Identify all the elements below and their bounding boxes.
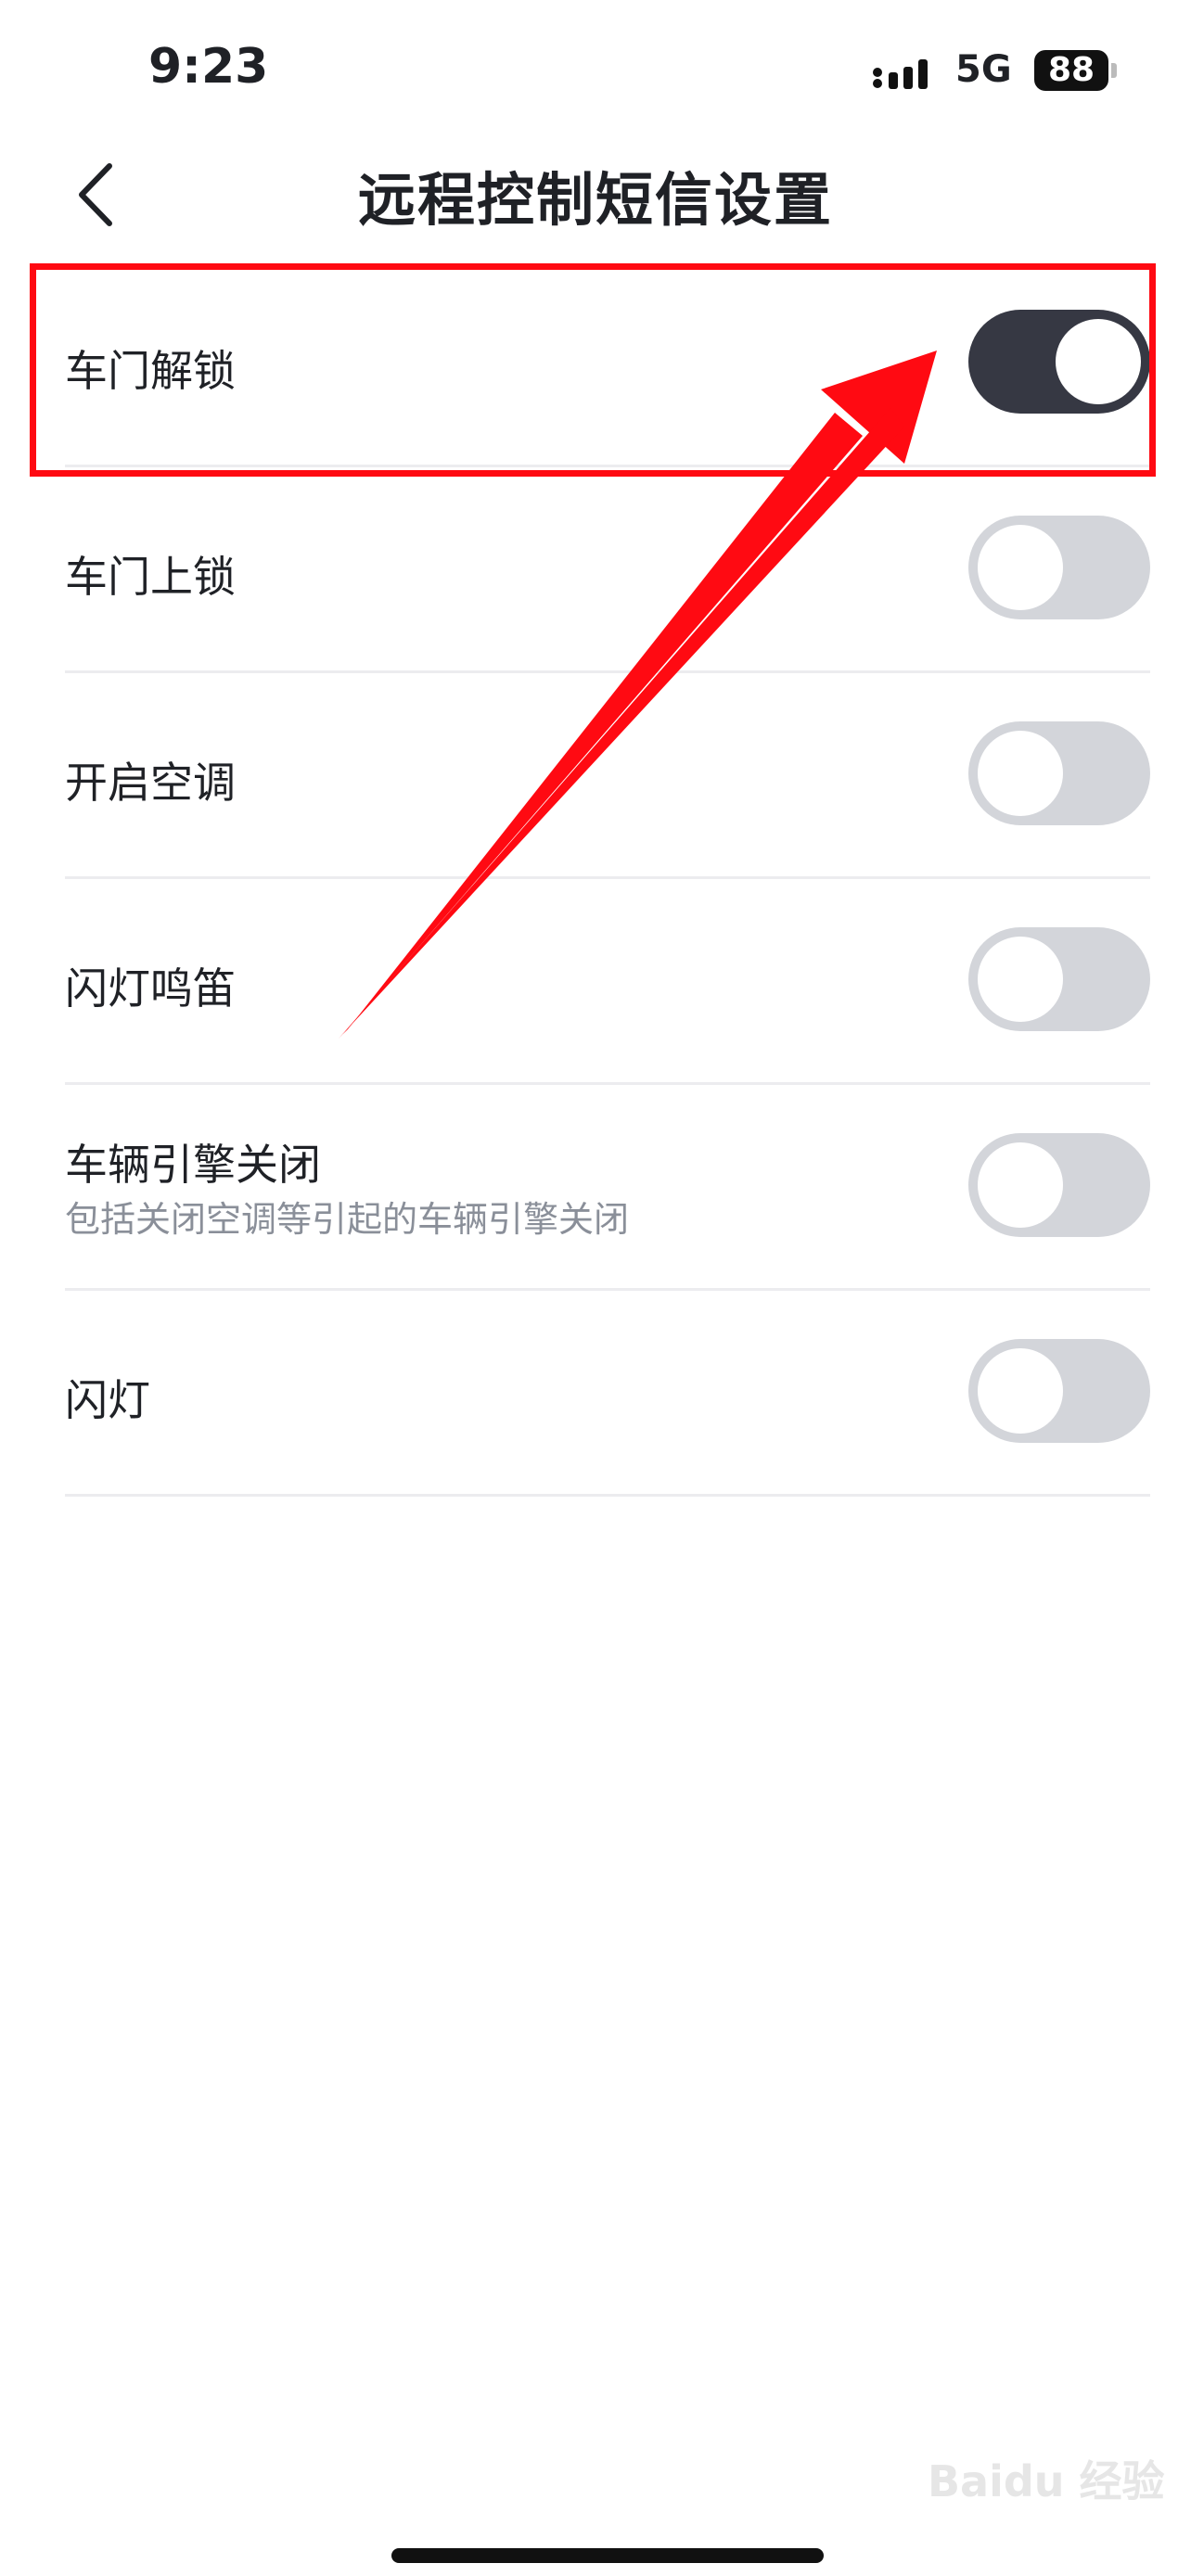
setting-label: 车辆引擎关闭 [65, 1140, 321, 1190]
battery-icon: 88 [1034, 50, 1108, 91]
setting-row-door-lock: 车门上锁 [65, 467, 1150, 673]
network-type: 5G [955, 48, 1012, 91]
toggle-knob [978, 731, 1063, 816]
flash-horn-toggle[interactable] [968, 927, 1150, 1031]
door-lock-toggle[interactable] [968, 516, 1150, 619]
flash-toggle[interactable] [968, 1339, 1150, 1443]
signal-icon [873, 59, 928, 89]
engine-off-toggle[interactable] [968, 1133, 1150, 1237]
battery-tip [1111, 63, 1117, 78]
setting-description: 包括关闭空调等引起的车辆引擎关闭 [65, 1199, 630, 1240]
page-title: 远程控制短信设置 [357, 166, 833, 234]
setting-label: 车门上锁 [65, 552, 236, 602]
setting-label: 闪灯鸣笛 [65, 963, 236, 1014]
toggle-knob [978, 937, 1063, 1022]
toggle-knob [978, 1348, 1063, 1434]
setting-row-ac-on: 开启空调 [65, 673, 1150, 879]
home-indicator[interactable] [391, 2548, 824, 2563]
status-time: 9:23 [148, 39, 269, 95]
setting-label: 开启空调 [65, 758, 236, 808]
setting-label: 闪灯 [65, 1375, 150, 1425]
highlight-box [30, 263, 1156, 477]
watermark: Baidu 经验 [928, 2456, 1165, 2506]
setting-row-flash: 闪灯 [65, 1291, 1150, 1497]
row-divider [65, 1494, 1150, 1497]
toggle-knob [978, 1142, 1063, 1228]
setting-row-engine-off: 车辆引擎关闭 包括关闭空调等引起的车辆引擎关闭 [65, 1085, 1150, 1291]
toggle-knob [978, 525, 1063, 610]
ac-on-toggle[interactable] [968, 721, 1150, 825]
setting-row-flash-horn: 闪灯鸣笛 [65, 879, 1150, 1085]
